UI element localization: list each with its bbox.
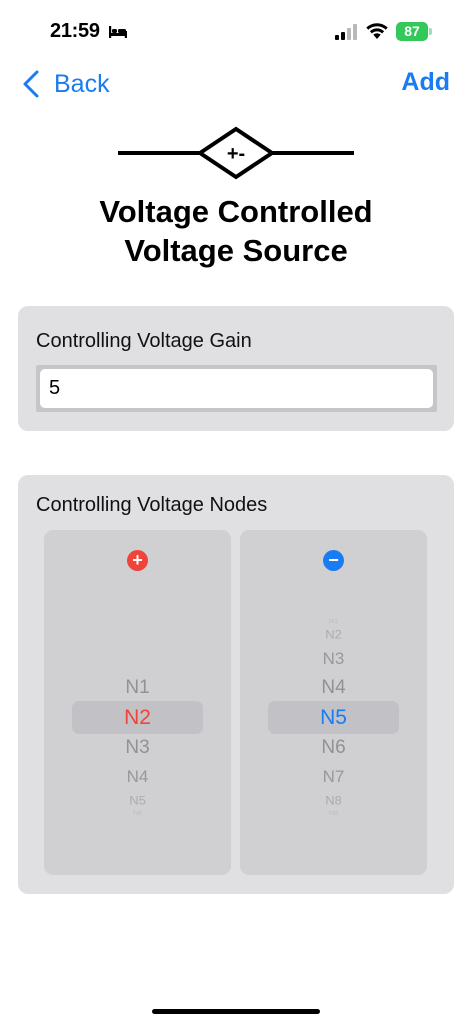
battery-level: 87: [404, 23, 420, 39]
component-title: Voltage Controlled Voltage Source: [0, 192, 472, 270]
wifi-icon: [366, 23, 388, 39]
picker-item[interactable]: N6: [44, 810, 231, 816]
picker-item[interactable]: N7: [240, 768, 427, 784]
picker-item[interactable]: N3: [44, 738, 231, 757]
picker-item[interactable]: N4: [44, 768, 231, 784]
positive-node-picker[interactable]: + N1 N2 N3 N4 N5 N6: [44, 530, 231, 875]
picker-item-selected[interactable]: N5: [240, 707, 427, 728]
component-title-line2: Voltage Source: [124, 233, 348, 268]
picker-item[interactable]: N9: [240, 810, 427, 816]
gain-input[interactable]: [40, 369, 433, 408]
back-button-label: Back: [54, 69, 110, 98]
picker-item[interactable]: N8: [240, 794, 427, 806]
gain-card: Controlling Voltage Gain: [18, 306, 454, 431]
nodes-card: Controlling Voltage Nodes + N1 N2 N3 N4 N5 N6…: [18, 475, 454, 894]
nodes-label: Controlling Voltage Nodes: [36, 494, 268, 516]
picker-item[interactable]: N1: [240, 618, 427, 624]
battery-tip: [429, 28, 432, 35]
status-time: 21:59: [50, 20, 100, 42]
plus-icon: +: [127, 550, 148, 571]
component-title-line1: Voltage Controlled: [99, 194, 373, 229]
picker-item[interactable]: N1: [44, 678, 231, 697]
chevron-left-icon: [23, 70, 39, 98]
minus-icon: −: [323, 550, 344, 571]
sleep-focus-icon: [109, 26, 127, 38]
cellular-signal-icon: [335, 24, 357, 40]
negative-node-picker[interactable]: − N1 N2 N3 N4 N5 N6 N7 N8 N9: [240, 530, 427, 875]
gain-label: Controlling Voltage Gain: [36, 330, 252, 352]
vcvs-symbol-icon: +-: [118, 126, 354, 180]
picker-item[interactable]: N4: [240, 678, 427, 697]
picker-item-selected[interactable]: N2: [44, 707, 231, 728]
home-indicator: [152, 1009, 320, 1014]
back-button[interactable]: Back: [22, 66, 110, 102]
battery-indicator: 87: [396, 22, 432, 41]
picker-item[interactable]: N3: [240, 650, 427, 666]
picker-item[interactable]: N2: [240, 628, 427, 640]
status-bar: 21:59 87: [0, 0, 472, 60]
picker-item[interactable]: N6: [240, 738, 427, 757]
add-button[interactable]: Add: [401, 68, 450, 97]
symbol-polarity-label: +-: [227, 143, 245, 165]
picker-item[interactable]: N5: [44, 794, 231, 806]
gain-input-frame: [36, 365, 437, 412]
